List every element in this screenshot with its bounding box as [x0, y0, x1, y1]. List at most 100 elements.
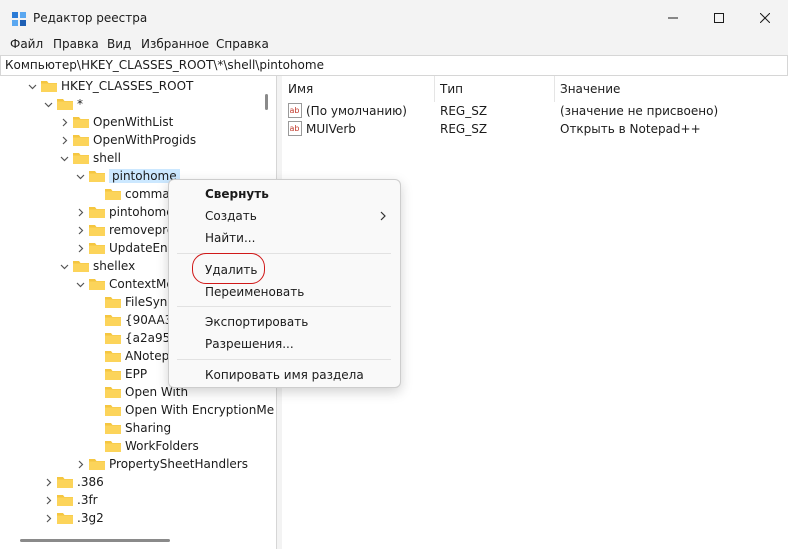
ctx-rename[interactable]: Переименовать: [205, 285, 304, 299]
string-value-icon: ab: [288, 121, 302, 136]
tree-node-contextmenuhandlers[interactable]: ContextMe: [76, 275, 174, 293]
tree-node-epp[interactable]: EPP: [105, 365, 147, 383]
ctx-copy-key-name[interactable]: Копировать имя раздела: [205, 368, 364, 382]
tree-node-filesync[interactable]: FileSync: [105, 293, 174, 311]
folder-icon: [57, 513, 73, 524]
folder-icon: [105, 351, 121, 362]
tree-node-sharing[interactable]: Sharing: [105, 419, 171, 437]
column-header-name[interactable]: Имя: [288, 82, 313, 96]
title-bar: Редактор реестра: [0, 0, 788, 36]
folder-icon: [57, 477, 73, 488]
ctx-permissions[interactable]: Разрешения...: [205, 337, 294, 351]
chevron-right-icon: [78, 460, 84, 468]
ctx-create[interactable]: Создать: [205, 209, 257, 223]
chevron-down-icon: [76, 282, 85, 287]
tree-node-removepro[interactable]: removepro: [76, 221, 174, 239]
folder-icon: [89, 279, 105, 290]
close-icon: [760, 13, 770, 23]
menu-separator: [177, 359, 391, 360]
menu-edit[interactable]: Правка: [53, 37, 99, 51]
chevron-right-icon: [46, 478, 52, 486]
folder-icon: [57, 99, 73, 110]
tree-node-open-with-encryption[interactable]: Open With EncryptionMe: [105, 401, 274, 419]
folder-icon: [105, 315, 121, 326]
folder-icon: [89, 243, 105, 254]
chevron-right-icon: [46, 496, 52, 504]
scroll-thumb[interactable]: [20, 539, 170, 542]
maximize-button[interactable]: [696, 0, 742, 36]
chevron-down-icon: [28, 84, 37, 89]
column-header-data[interactable]: Значение: [560, 82, 620, 96]
value-data: (значение не присвоено): [560, 104, 719, 118]
tree-node-ext-3g2[interactable]: .3g2: [44, 509, 104, 527]
folder-icon: [73, 135, 89, 146]
folder-icon: [105, 333, 121, 344]
tree-node-command[interactable]: comma: [105, 185, 170, 203]
folder-icon: [105, 387, 121, 398]
svg-text:ab: ab: [290, 106, 300, 115]
string-value-icon: ab: [288, 103, 302, 118]
folder-icon: [73, 153, 89, 164]
column-separator[interactable]: [434, 76, 435, 102]
svg-text:ab: ab: [290, 124, 300, 133]
minimize-button[interactable]: [650, 0, 696, 36]
column-header-type[interactable]: Тип: [440, 82, 463, 96]
minimize-icon: [668, 17, 678, 19]
close-button[interactable]: [742, 0, 788, 36]
column-separator[interactable]: [554, 76, 555, 102]
tree-node-pintohome-selected[interactable]: pintohome: [76, 167, 180, 185]
folder-icon: [105, 441, 121, 452]
maximize-icon: [714, 13, 724, 23]
folder-icon: [41, 81, 57, 92]
folder-open-icon: [89, 171, 105, 182]
chevron-right-icon: [380, 211, 386, 221]
menu-bar: Файл Правка Вид Избранное Справка: [0, 36, 788, 55]
ctx-collapse[interactable]: Свернуть: [205, 187, 269, 201]
tree-node-shell[interactable]: shell: [60, 149, 121, 167]
chevron-right-icon: [78, 208, 84, 216]
value-row[interactable]: ab (По умолчанию) REG_SZ (значение не пр…: [282, 102, 782, 120]
chevron-down-icon: [60, 156, 69, 161]
folder-icon: [105, 297, 121, 308]
menu-favorites[interactable]: Избранное: [141, 37, 209, 51]
chevron-down-icon: [44, 102, 53, 107]
folder-icon: [105, 405, 121, 416]
value-data: Открыть в Notepad++: [560, 122, 701, 136]
tree-node-star[interactable]: *: [44, 95, 83, 113]
tree-node-anotepad[interactable]: ANotep: [105, 347, 169, 365]
tree-node-openwithlist[interactable]: OpenWithList: [60, 113, 173, 131]
menu-help[interactable]: Справка: [216, 37, 269, 51]
tree-node-ext-386[interactable]: .386: [44, 473, 104, 491]
menu-file[interactable]: Файл: [10, 37, 43, 51]
ctx-export[interactable]: Экспортировать: [205, 315, 308, 329]
folder-icon: [57, 495, 73, 506]
chevron-right-icon: [62, 118, 68, 126]
ctx-find[interactable]: Найти...: [205, 231, 255, 245]
chevron-right-icon: [46, 514, 52, 522]
value-type: REG_SZ: [440, 104, 488, 118]
tree-node-propertysheethandlers[interactable]: PropertySheetHandlers: [76, 455, 248, 473]
value-type: REG_SZ: [440, 122, 488, 136]
value-row[interactable]: ab MUIVerb REG_SZ Открыть в Notepad++: [282, 120, 782, 138]
tree-node-workfolders[interactable]: WorkFolders: [105, 437, 199, 455]
folder-icon: [89, 225, 105, 236]
chevron-down-icon: [60, 264, 69, 269]
folder-icon: [89, 207, 105, 218]
highlight-circle: [192, 253, 265, 284]
tree-node-updateenc[interactable]: UpdateEnc: [76, 239, 174, 257]
folder-icon: [89, 459, 105, 470]
menu-separator: [177, 306, 391, 307]
tree-node-shellex[interactable]: shellex: [60, 257, 135, 275]
tree-node-root[interactable]: HKEY_CLASSES_ROOT: [28, 77, 193, 95]
folder-icon: [105, 369, 121, 380]
folder-icon: [105, 189, 121, 200]
tree-horizontal-scrollbar[interactable]: [0, 531, 276, 549]
scroll-thumb[interactable]: [265, 94, 268, 110]
tree-node-ext-3fr[interactable]: .3fr: [44, 491, 98, 509]
tree-node-pintohome-2[interactable]: pintohome: [76, 203, 174, 221]
chevron-down-icon: [76, 174, 85, 179]
tree-node-openwithprogids[interactable]: OpenWithProgids: [60, 131, 196, 149]
menu-view[interactable]: Вид: [107, 37, 131, 51]
tree-node-guid-2[interactable]: {a2a954: [105, 329, 178, 347]
address-bar[interactable]: Компьютер\HKEY_CLASSES_ROOT\*\shell\pint…: [0, 55, 788, 76]
